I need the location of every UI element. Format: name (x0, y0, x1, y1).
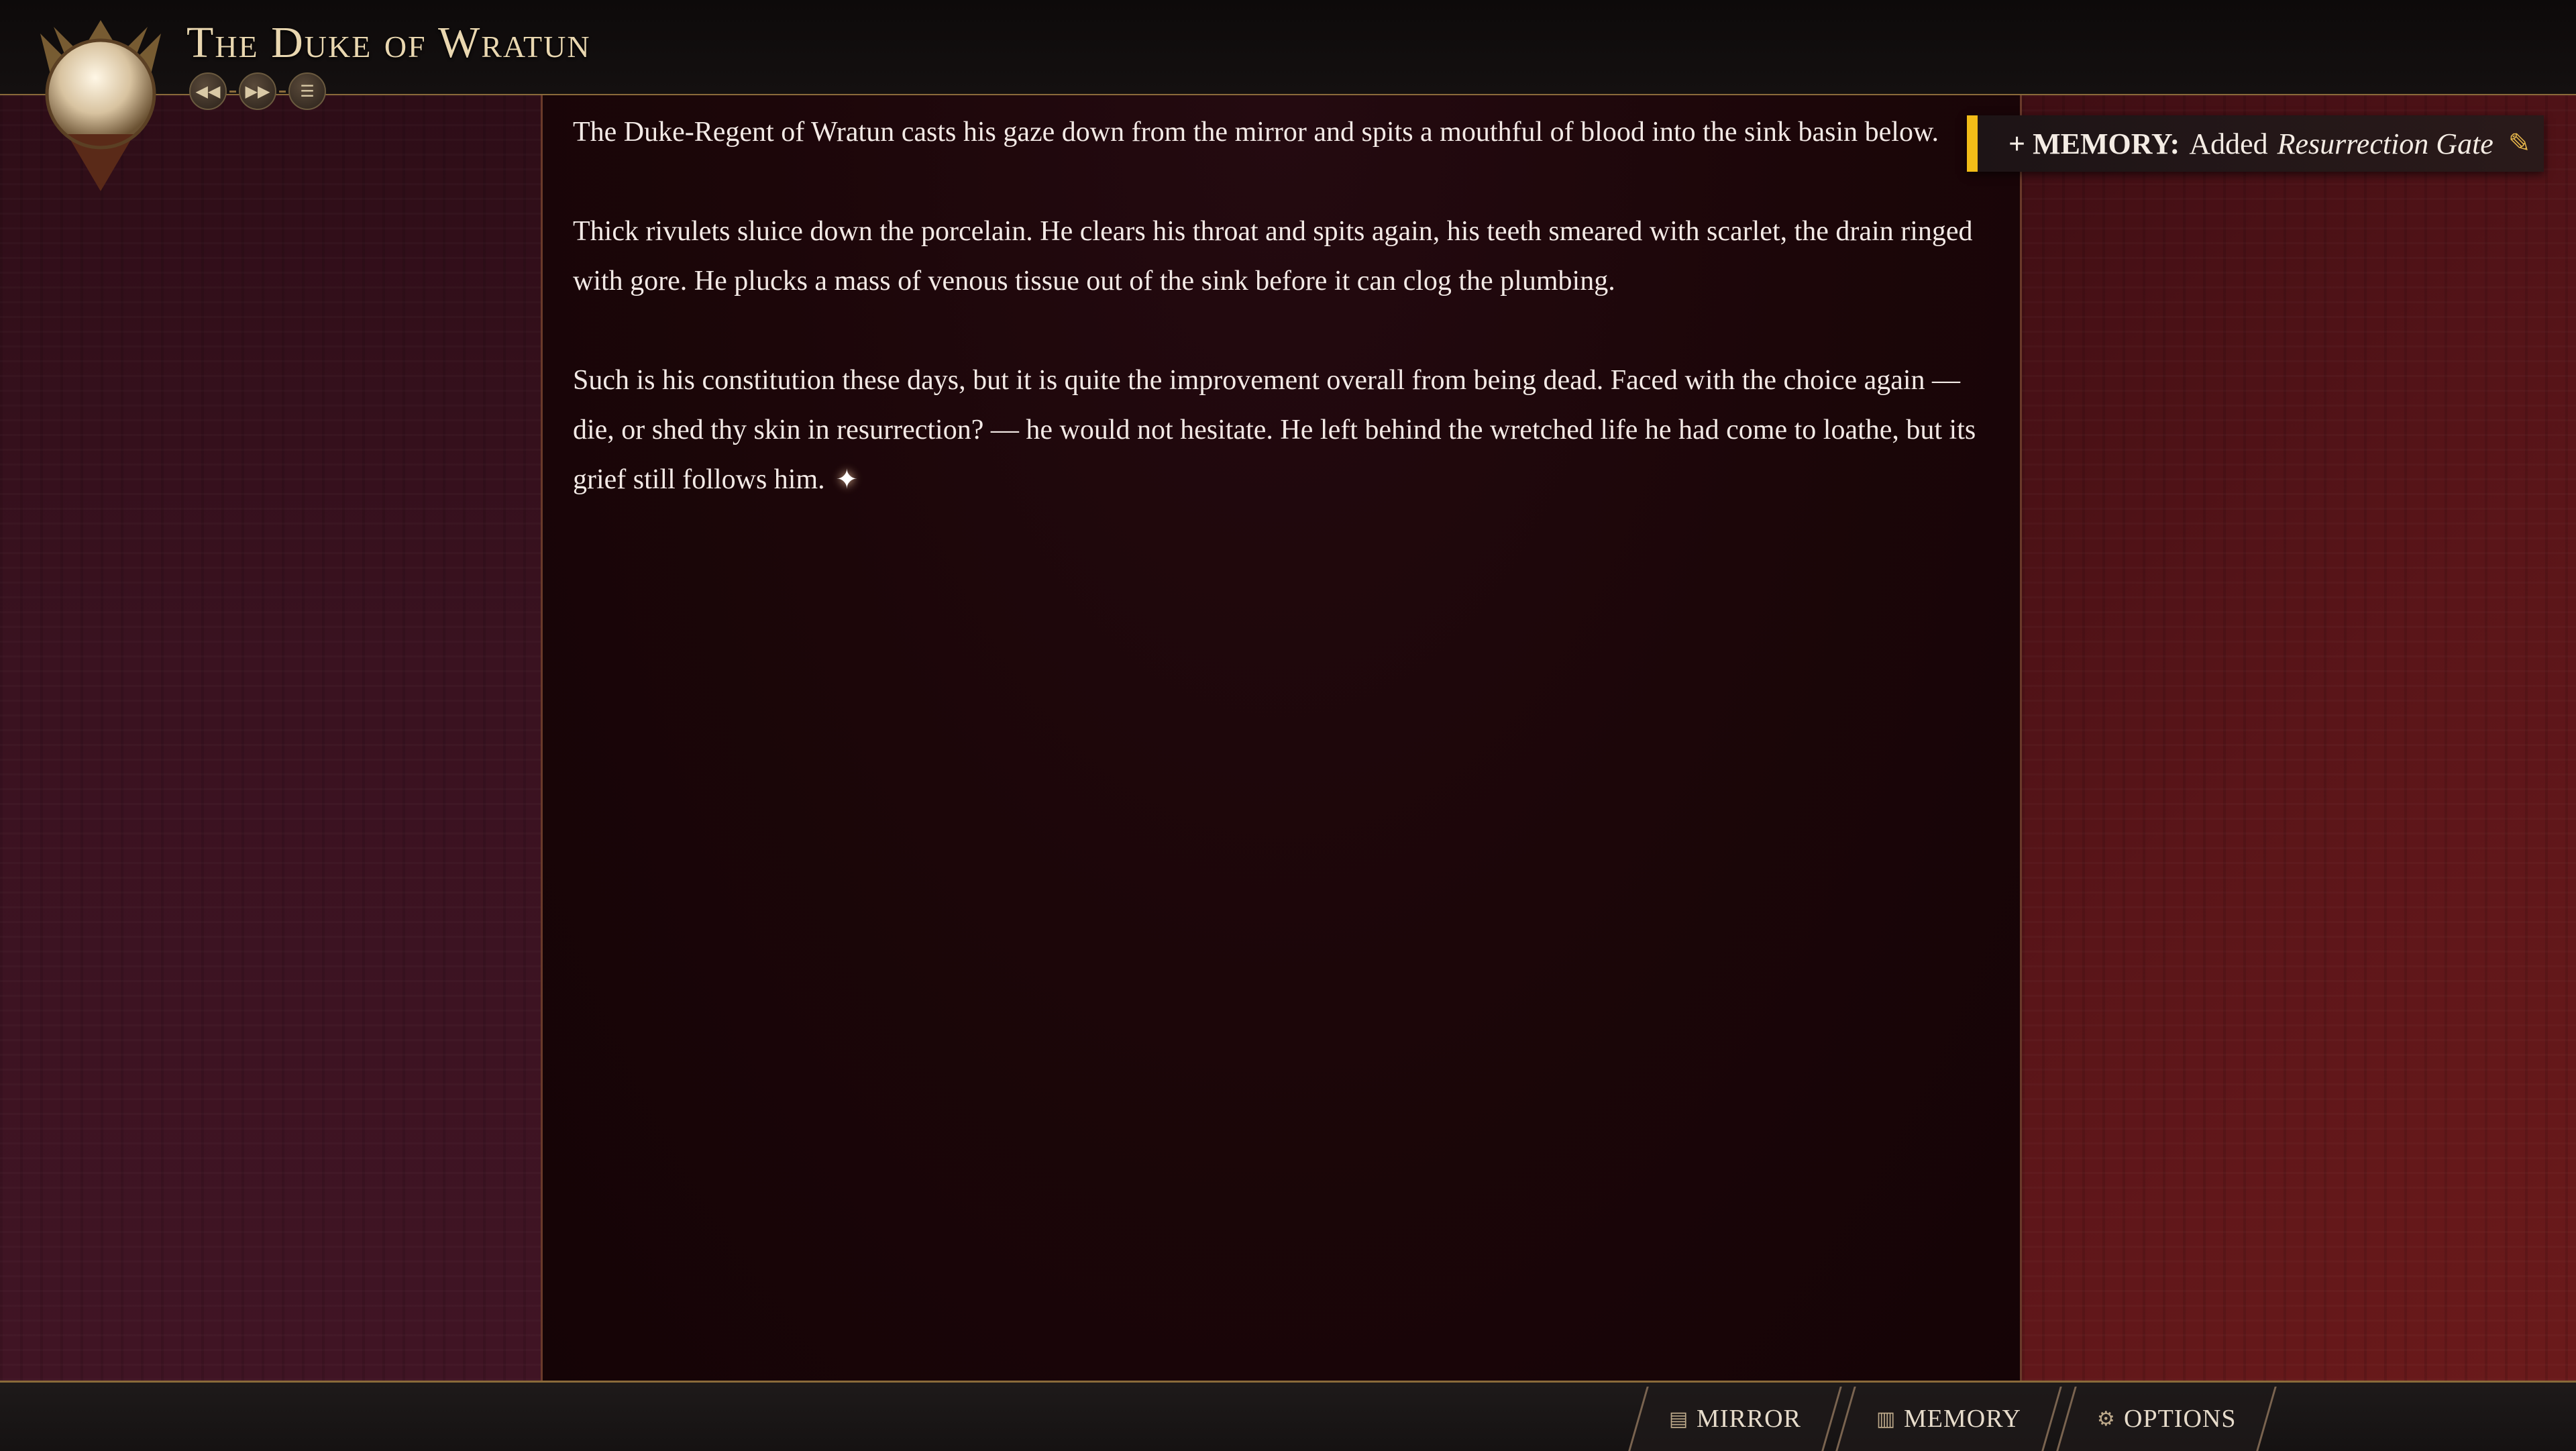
tab-label: MEMORY (1904, 1405, 2022, 1433)
tab-label: MIRROR (1697, 1405, 1802, 1433)
right-panel (2022, 95, 2576, 1381)
bottom-bar: ▤ MIRROR ▥ MEMORY ⚙ OPTIONS (0, 1381, 2576, 1451)
memory-item: Resurrection Gate (2277, 127, 2493, 160)
playback-controls: ◀◀ ▶▶ ☰ (189, 72, 326, 110)
story-paragraph: The Duke-Regent of Wratun casts his gaze… (573, 117, 1939, 148)
gear-icon: ⚙ (2096, 1407, 2116, 1431)
memory-notification: + MEMORY: Added Resurrection Gate ✎ (1967, 115, 2544, 172)
story-paragraph: Thick rivulets sluice down the porcelain… (573, 216, 1973, 297)
mirror-icon: ▤ (1669, 1407, 1689, 1431)
tab-mirror[interactable]: ▤ MIRROR (1628, 1387, 1843, 1451)
memory-verb: Added (2189, 127, 2268, 160)
tab-options[interactable]: ⚙ OPTIONS (2055, 1387, 2277, 1451)
left-panel (0, 95, 541, 1381)
game-title: The Duke of Wratun (186, 18, 591, 67)
memory-prefix: + MEMORY: (2008, 127, 2180, 160)
tab-memory[interactable]: ▥ MEMORY (1835, 1387, 2063, 1451)
fast-forward-icon[interactable]: ▶▶ (239, 72, 276, 110)
story-text: The Duke-Regent of Wratun casts his gaze… (573, 107, 1995, 554)
control-divider (279, 90, 286, 93)
crest-emblem (40, 20, 161, 191)
tab-label: OPTIONS (2123, 1405, 2236, 1433)
quill-icon: ✎ (2508, 128, 2531, 159)
continue-sparkle-icon[interactable]: ✦ (836, 464, 859, 495)
bottom-tabs: ▤ MIRROR ▥ MEMORY ⚙ OPTIONS (1628, 1387, 2277, 1451)
story-paragraph-last: Such is his constitution these days, but… (573, 356, 1995, 504)
menu-icon[interactable]: ☰ (288, 72, 326, 110)
story-paragraph: Such is his constitution these days, but… (573, 365, 1976, 495)
memory-icon: ▥ (1876, 1407, 1896, 1431)
rewind-icon[interactable]: ◀◀ (189, 72, 227, 110)
control-divider (229, 90, 236, 93)
